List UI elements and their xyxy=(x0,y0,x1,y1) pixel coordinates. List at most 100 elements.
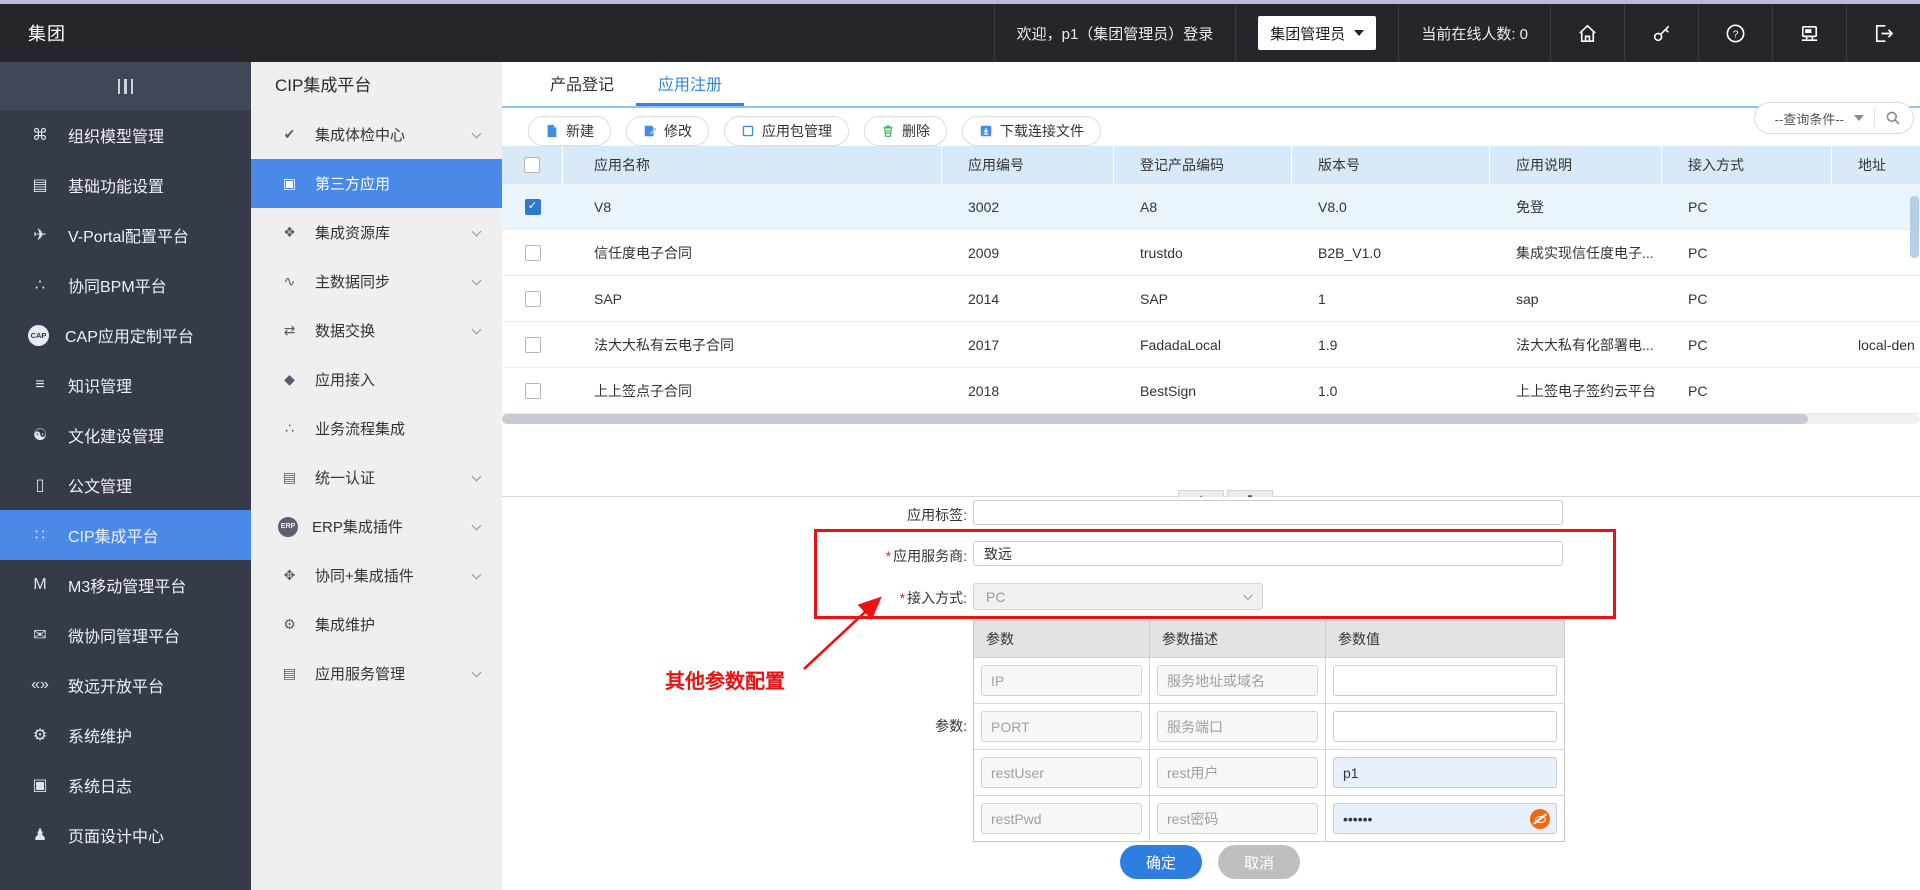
vertical-scrollbar[interactable] xyxy=(1910,148,1919,414)
cancel-button[interactable]: 取消 xyxy=(1218,845,1300,879)
app-package-button[interactable]: 应用包管理 xyxy=(724,116,849,146)
param-value-input[interactable] xyxy=(1333,711,1557,742)
topbar-right: 欢迎，p1（集团管理员）登录 集团管理员 当前在线人数: 0 ? xyxy=(994,4,1920,62)
param-key-input[interactable] xyxy=(981,711,1142,742)
cell-app-code: 3002 xyxy=(942,184,1114,229)
role-dropdown[interactable]: 集团管理员 xyxy=(1258,16,1376,50)
subnav-item[interactable]: ▤ 统一认证 xyxy=(251,453,502,502)
table-row[interactable]: 上上签点子合同 2018 BestSign 1.0 上上签电子签约云平台 PC xyxy=(502,368,1920,414)
sidebar-item[interactable]: ✉ 微协同管理平台 xyxy=(0,610,251,660)
cell-app-code: 2009 xyxy=(942,230,1114,275)
sidebar-item[interactable]: ☯ 文化建设管理 xyxy=(0,410,251,460)
param-row xyxy=(974,795,1564,841)
confirm-button[interactable]: 确定 xyxy=(1120,845,1202,879)
secondary-sidebar-nav: ✔ 集成体检中心 ▣ 第三方应用 ❖ 集成资源库 ∿ 主数据同步 xyxy=(251,110,502,698)
horizontal-scrollbar-thumb[interactable] xyxy=(502,414,1808,424)
sidebar-item[interactable]: ✈ V-Portal配置平台 xyxy=(0,210,251,260)
subnav-item[interactable]: ∿ 主数据同步 xyxy=(251,257,502,306)
subnav-item[interactable]: ✥ 协同+集成插件 xyxy=(251,551,502,600)
sidebar-item[interactable]: ∴ 协同BPM平台 xyxy=(0,260,251,310)
sidebar-item[interactable]: ∷ CIP集成平台 xyxy=(0,510,251,560)
param-key-input[interactable] xyxy=(981,757,1142,788)
tab[interactable]: 应用注册 xyxy=(636,62,744,106)
search-icon[interactable] xyxy=(1885,110,1901,126)
cell-description: sap xyxy=(1490,276,1662,321)
secondary-sidebar: CIP集成平台 ✔ 集成体检中心 ▣ 第三方应用 ❖ 集成资源库 ∿ xyxy=(251,62,502,890)
toolbar: 新建 修改 应用包管理 删除 下载连接文件 xyxy=(502,112,1920,150)
row-checkbox[interactable] xyxy=(525,199,541,215)
delete-button[interactable]: 删除 xyxy=(864,116,947,146)
download-link-file-button[interactable]: 下载连接文件 xyxy=(962,116,1101,146)
param-value-input[interactable] xyxy=(1333,665,1557,696)
subnav-item[interactable]: ⇄ 数据交换 xyxy=(251,306,502,355)
params-label: 参数: xyxy=(805,716,967,736)
app-tag-input[interactable] xyxy=(973,500,1563,525)
select-all-checkbox[interactable] xyxy=(524,157,540,173)
row-checkbox[interactable] xyxy=(525,337,541,353)
sidebar-item[interactable]: CAP CAP应用定制平台 xyxy=(0,310,251,360)
sidebar-item[interactable]: ▤ 基础功能设置 xyxy=(0,160,251,210)
tab[interactable]: 产品登记 xyxy=(528,62,636,106)
sidebar-item-label: CAP应用定制平台 xyxy=(65,323,194,347)
applications-table: 应用名称 应用编号 登记产品编码 版本号 应用说明 接入方式 地址 V8 300… xyxy=(502,146,1920,414)
param-key-input[interactable] xyxy=(981,665,1142,696)
cell-address xyxy=(1832,184,1920,229)
subnav-item[interactable]: ∴ 业务流程集成 xyxy=(251,404,502,453)
eye-slash-icon[interactable] xyxy=(1530,809,1550,829)
sidebar-item[interactable]: ♟ 页面设计中心 xyxy=(0,810,251,860)
session-button[interactable] xyxy=(1772,4,1846,62)
param-value-input[interactable] xyxy=(1333,803,1557,834)
row-checkbox[interactable] xyxy=(525,383,541,399)
vertical-scrollbar-thumb[interactable] xyxy=(1910,196,1919,258)
cell-app-name: V8 xyxy=(563,184,942,229)
vendor-input[interactable] xyxy=(973,541,1563,566)
sidebar-item[interactable]: «» 致远开放平台 xyxy=(0,660,251,710)
param-key-input[interactable] xyxy=(981,803,1142,834)
subnav-item[interactable]: ERP ERP集成插件 xyxy=(251,502,502,551)
subnav-item[interactable]: ❖ 集成资源库 xyxy=(251,208,502,257)
cell-product-code: BestSign xyxy=(1114,368,1292,413)
query-condition-dropdown[interactable]: --查询条件-- xyxy=(1754,102,1914,134)
subnav-item[interactable]: ◆ 应用接入 xyxy=(251,355,502,404)
edit-button[interactable]: 修改 xyxy=(626,116,709,146)
sidebar-item[interactable]: M M3移动管理平台 xyxy=(0,560,251,610)
param-desc-input[interactable] xyxy=(1157,757,1318,788)
param-desc-input[interactable] xyxy=(1157,665,1318,696)
horizontal-scrollbar[interactable] xyxy=(502,414,1920,424)
col-header-access-type: 接入方式 xyxy=(1662,146,1832,184)
new-button[interactable]: 新建 xyxy=(528,116,611,146)
subnav-item[interactable]: ⚙ 集成维护 xyxy=(251,600,502,649)
help-button[interactable]: ? xyxy=(1698,4,1772,62)
chevron-down-icon xyxy=(472,521,482,531)
sidebar-collapse-handle[interactable] xyxy=(0,62,251,110)
chevron-down-icon xyxy=(472,276,482,286)
subnav-item[interactable]: ✔ 集成体检中心 xyxy=(251,110,502,159)
logout-button[interactable] xyxy=(1846,4,1920,62)
subnav-item[interactable]: ▣ 第三方应用 xyxy=(251,159,502,208)
sidebar-item[interactable]: ⚙ 系统维护 xyxy=(0,710,251,760)
table-row[interactable]: 信任度电子合同 2009 trustdo B2B_V1.0 集成实现信任度电子.… xyxy=(502,230,1920,276)
password-button[interactable] xyxy=(1624,4,1698,62)
home-button[interactable] xyxy=(1550,4,1624,62)
subnav-item-label: 第三方应用 xyxy=(315,173,390,194)
param-desc-input[interactable] xyxy=(1157,711,1318,742)
required-mark: * xyxy=(900,590,905,606)
sidebar-item[interactable]: ▣ 系统日志 xyxy=(0,760,251,810)
subnav-item-label: 集成体检中心 xyxy=(315,124,405,145)
table-row[interactable]: SAP 2014 SAP 1 sap PC xyxy=(502,276,1920,322)
cell-app-name: 法大大私有云电子合同 xyxy=(563,322,942,367)
table-row[interactable]: 法大大私有云电子合同 2017 FadadaLocal 1.9 法大大私有化部署… xyxy=(502,322,1920,368)
param-desc-input[interactable] xyxy=(1157,803,1318,834)
top-bar: 集团 欢迎，p1（集团管理员）登录 集团管理员 当前在线人数: 0 ? xyxy=(0,4,1920,62)
access-type-select[interactable]: PC xyxy=(973,583,1263,610)
sidebar-item[interactable]: ▯ 公文管理 xyxy=(0,460,251,510)
cip-circles-icon: ∷ xyxy=(28,525,52,545)
row-checkbox[interactable] xyxy=(525,291,541,307)
table-row[interactable]: V8 3002 A8 V8.0 免登 PC xyxy=(502,184,1920,230)
row-checkbox[interactable] xyxy=(525,245,541,261)
sidebar-item[interactable]: ⌘ 组织模型管理 xyxy=(0,110,251,160)
sidebar-item[interactable]: ≡ 知识管理 xyxy=(0,360,251,410)
param-value-input[interactable] xyxy=(1333,757,1557,788)
key-icon xyxy=(1650,22,1673,45)
subnav-item[interactable]: ▤ 应用服务管理 xyxy=(251,649,502,698)
